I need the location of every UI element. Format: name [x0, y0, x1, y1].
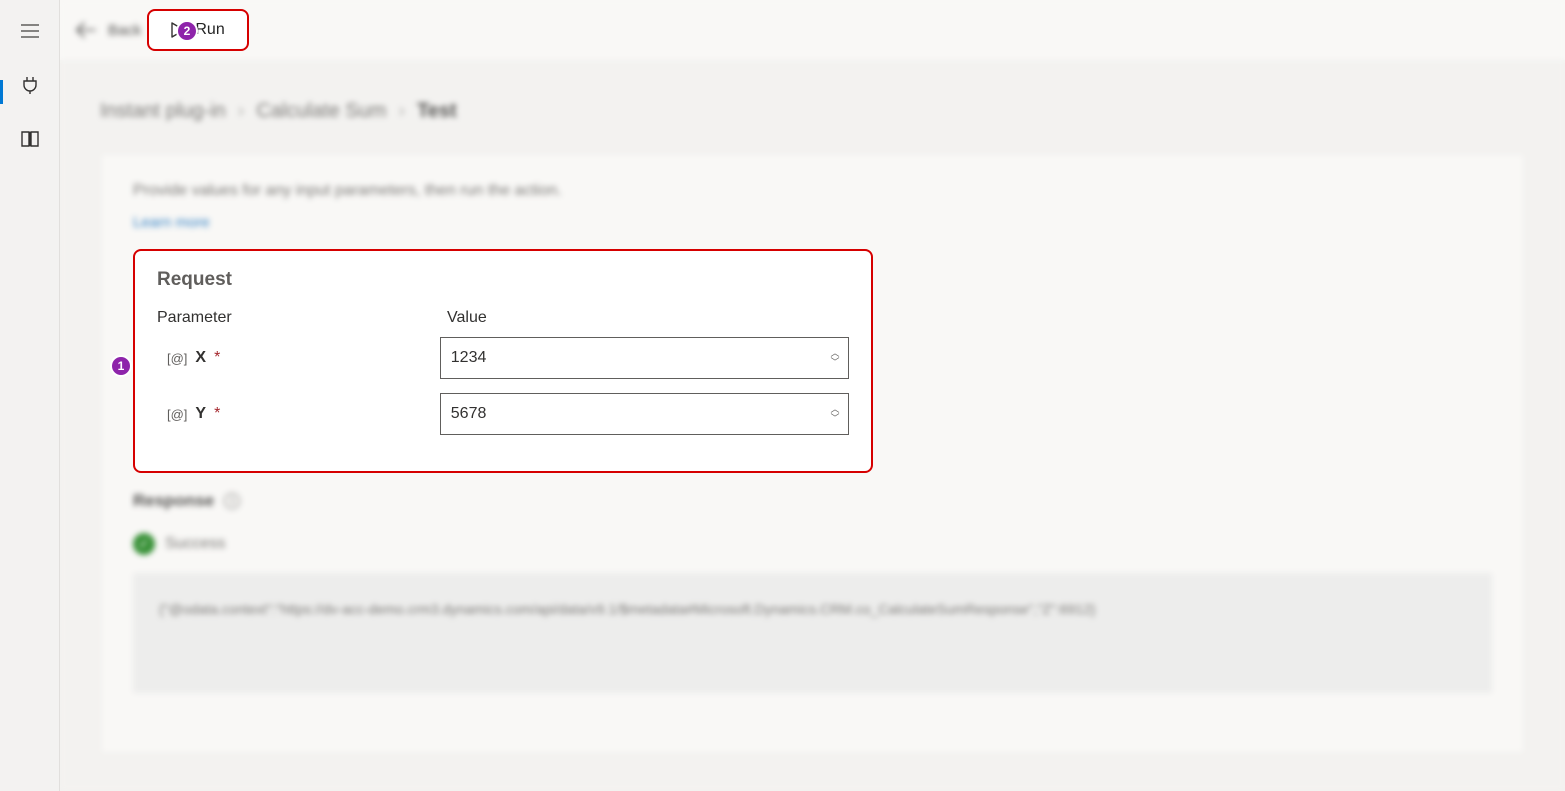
- chevron-right-icon: ›: [398, 100, 405, 123]
- spin-down-icon[interactable]: ﹀: [822, 414, 848, 423]
- param-name-x: X: [195, 349, 206, 367]
- spin-down-icon[interactable]: ﹀: [822, 358, 848, 367]
- request-section: Request Parameter Value [@] X *: [133, 249, 873, 473]
- callout-badge-2: 2: [176, 20, 198, 42]
- book-icon[interactable]: [17, 126, 43, 152]
- request-title: Request: [157, 269, 849, 291]
- breadcrumb-item-3: Test: [417, 100, 457, 123]
- response-body: {"@odata.context":"https://dv-acc-demo.c…: [133, 573, 1492, 693]
- response-section: Response i ✓ Success {"@odata.context":"…: [133, 491, 1492, 693]
- header-parameter: Parameter: [157, 309, 447, 327]
- param-row-x: [@] X * ︿ ﹀: [157, 337, 849, 379]
- breadcrumb-item-1[interactable]: Instant plug-in: [100, 100, 226, 123]
- run-button-label: Run: [195, 21, 224, 39]
- response-status: Success: [165, 535, 225, 553]
- value-input-x[interactable]: [441, 349, 822, 367]
- param-type-tag: [@]: [167, 351, 187, 366]
- header-value: Value: [447, 309, 487, 327]
- value-input-y[interactable]: [441, 405, 822, 423]
- run-button[interactable]: Run: [147, 9, 248, 51]
- active-rail-indicator: [0, 80, 3, 104]
- back-button[interactable]: [70, 14, 102, 46]
- value-input-x-wrapper: ︿ ﹀: [440, 337, 849, 379]
- plugin-icon[interactable]: [17, 72, 43, 98]
- breadcrumb-item-2[interactable]: Calculate Sum: [256, 100, 386, 123]
- main-area: Back Run Instant plug-in › Calculate Sum…: [60, 0, 1565, 791]
- response-title: Response: [133, 491, 214, 511]
- value-input-y-wrapper: ︿ ﹀: [440, 393, 849, 435]
- command-bar: Back Run: [60, 0, 1565, 60]
- hamburger-icon[interactable]: [17, 18, 43, 44]
- callout-badge-1: 1: [110, 355, 132, 377]
- left-nav-rail: [0, 0, 60, 791]
- param-type-tag: [@]: [167, 407, 187, 422]
- success-check-icon: ✓: [133, 533, 155, 555]
- intro-text: Provide values for any input parameters,…: [133, 182, 1492, 200]
- back-label: Back: [108, 22, 141, 39]
- chevron-right-icon: ›: [238, 100, 245, 123]
- info-icon[interactable]: i: [224, 493, 240, 509]
- breadcrumb: Instant plug-in › Calculate Sum › Test: [100, 100, 1525, 123]
- param-name-y: Y: [195, 405, 206, 423]
- param-row-y: [@] Y * ︿ ﹀: [157, 393, 849, 435]
- required-star: *: [214, 405, 220, 423]
- required-star: *: [214, 349, 220, 367]
- test-panel: Provide values for any input parameters,…: [100, 153, 1525, 754]
- learn-more-link[interactable]: Learn more: [133, 214, 210, 231]
